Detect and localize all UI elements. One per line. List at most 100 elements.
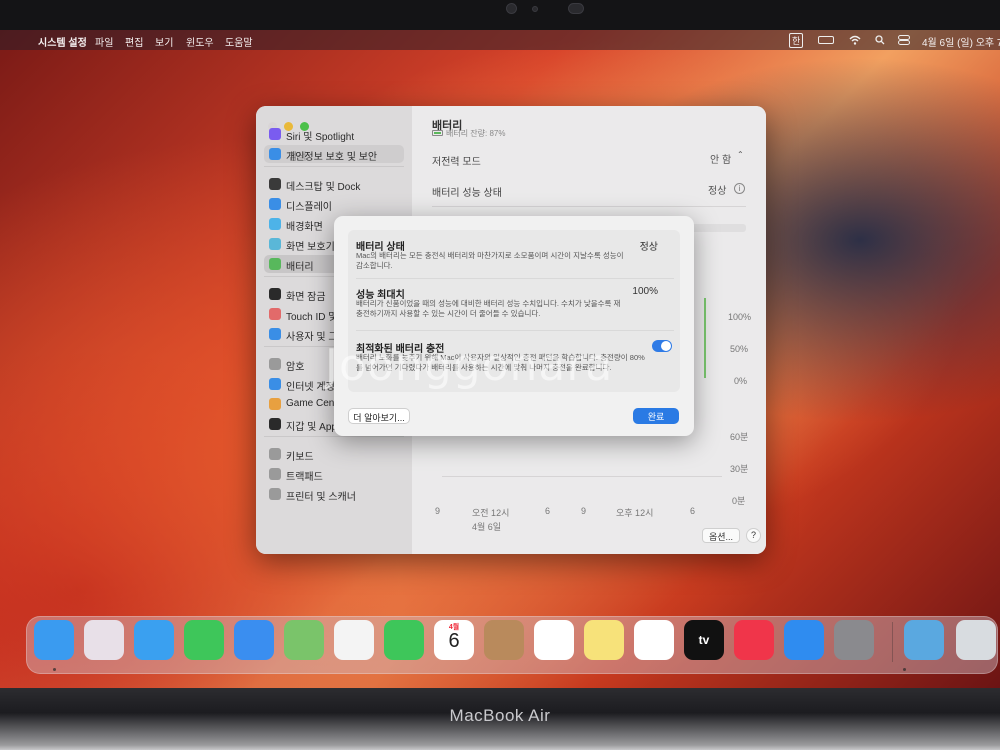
freeform-icon[interactable] <box>634 620 674 660</box>
sidebar-item-icon <box>269 448 281 460</box>
downloads-folder-icon[interactable] <box>904 620 944 660</box>
sidebar-item-label: 배터리 <box>286 262 314 273</box>
menu-edit[interactable]: 편집 <box>125 34 143 49</box>
running-indicator <box>903 668 906 671</box>
camera-icon <box>506 3 517 14</box>
sidebar-item-label: 화면 잠금 <box>286 292 326 303</box>
sidebar-item-icon <box>269 328 281 340</box>
app-store-icon[interactable] <box>784 620 824 660</box>
safari-icon[interactable] <box>134 620 174 660</box>
sidebar-item-icon <box>269 288 281 300</box>
sidebar-item-icon <box>269 378 281 390</box>
select-chevron-icon: ⌃ <box>737 150 744 159</box>
sidebar-item-label: 개인정보 보호 및 보안 <box>286 152 378 163</box>
mail-icon[interactable] <box>234 620 274 660</box>
watermark-text: Joonggonara <box>325 340 614 391</box>
sidebar-item-icon <box>269 238 281 250</box>
system-settings-icon[interactable] <box>834 620 874 660</box>
axis-label-0min: 0분 <box>732 496 746 506</box>
battery-health-sheet: 배터리 상태 정상 Mac의 배터리는 모든 충전식 배터리와 마찬가지로 소모… <box>334 216 694 436</box>
options-button[interactable]: 옵션... <box>702 528 740 543</box>
finder-icon[interactable] <box>34 620 74 660</box>
sidebar-item-label: 화면 보호기 <box>286 242 335 253</box>
low-power-mode-label: 저전력 모드 <box>432 157 481 168</box>
sidebar-item[interactable]: 트랙패드 <box>264 465 404 483</box>
info-icon[interactable]: i <box>734 183 745 194</box>
calendar-day-label: 6 <box>448 630 460 652</box>
maps-icon[interactable] <box>284 620 324 660</box>
battery-level-bar <box>704 298 706 378</box>
sidebar-item[interactable]: 개인정보 보호 및 보안 <box>264 145 404 163</box>
help-button[interactable]: ? <box>746 528 761 543</box>
sidebar-item-icon <box>269 468 281 480</box>
menu-help[interactable]: 도움말 <box>225 34 253 49</box>
battery-level-text: 배터리 잔량: 87% <box>446 129 506 138</box>
sidebar-item-icon <box>269 418 281 430</box>
spotlight-search-icon[interactable] <box>875 35 885 46</box>
x-tick-label: 오전 12시 <box>472 508 510 518</box>
battery-level-icon <box>432 130 443 136</box>
facetime-icon[interactable] <box>384 620 424 660</box>
contacts-icon[interactable] <box>484 620 524 660</box>
apple-tv-label: tv <box>698 633 710 647</box>
menu-view[interactable]: 보기 <box>155 34 173 49</box>
battery-health-value: 정상 <box>708 186 727 197</box>
battery-health-label: 배터리 성능 상태 <box>432 188 502 199</box>
sidebar-item-label: 디스플레이 <box>286 202 332 213</box>
x-tick-label: 9 <box>581 506 587 516</box>
battery-condition-desc: Mac의 배터리는 모든 충전식 배터리와 마찬가지로 소모품이며 시간이 지날… <box>356 251 624 270</box>
reminders-icon[interactable] <box>534 620 574 660</box>
sidebar-item[interactable]: 디스플레이 <box>264 195 404 213</box>
sidebar-item[interactable]: Siri 및 Spotlight <box>264 125 404 143</box>
sensor-icon <box>532 6 538 12</box>
photo-of-macbook: 시스템 설정 파일 편집 보기 윈도우 도움말 한 4월 6일 (일) 오후 7… <box>0 0 1000 750</box>
sidebar-item-label: 프린터 및 스캐너 <box>286 492 356 503</box>
input-source-indicator[interactable]: 한 <box>789 33 804 48</box>
low-power-mode-select[interactable]: 안 함 <box>710 151 731 166</box>
running-indicator <box>53 668 56 671</box>
sidebar-item-icon <box>269 218 281 230</box>
done-button[interactable]: 완료 <box>633 408 679 424</box>
photos-icon[interactable] <box>334 620 374 660</box>
sidebar-item-label: 트랙패드 <box>286 472 323 483</box>
menu-app-name[interactable]: 시스템 설정 <box>38 34 87 49</box>
axis-label-50: 50% <box>730 344 749 354</box>
control-center-icon[interactable] <box>898 35 910 46</box>
menu-clock[interactable]: 4월 6일 (일) 오후 7: <box>922 34 1000 49</box>
top-bezel <box>0 0 1000 30</box>
battery-status-icon[interactable] <box>818 36 834 44</box>
max-capacity-desc: 배터리가 신품이었을 때의 성능에 대비한 배터리 성능 수치입니다. 수치가 … <box>356 299 621 318</box>
messages-icon[interactable] <box>184 620 224 660</box>
sidebar-item-label: 암호 <box>286 362 305 373</box>
sidebar-item-icon <box>269 178 281 190</box>
sidebar-item-icon <box>269 198 281 210</box>
axis-label-0: 0% <box>734 376 748 386</box>
sidebar-item[interactable]: 키보드 <box>264 445 404 463</box>
notes-icon[interactable] <box>584 620 624 660</box>
axis-label-30min: 30분 <box>730 464 749 474</box>
sidebar-item[interactable]: 프린터 및 스캐너 <box>264 485 404 503</box>
menu-file[interactable]: 파일 <box>95 34 113 49</box>
sidebar-item-icon <box>269 308 281 320</box>
battery-condition-value: 정상 <box>639 242 658 253</box>
sidebar-item-label: 키보드 <box>286 452 314 463</box>
divider <box>356 330 674 331</box>
light-sensor-icon <box>568 3 584 14</box>
launchpad-icon[interactable] <box>84 620 124 660</box>
music-icon[interactable] <box>734 620 774 660</box>
chart-date-label: 4월 6일 <box>472 522 502 532</box>
learn-more-button[interactable]: 더 알아보기... <box>348 408 410 424</box>
x-tick-label: 6 <box>690 506 696 516</box>
trash-icon[interactable] <box>956 620 996 660</box>
sidebar-item-label: Siri 및 Spotlight <box>286 132 355 143</box>
axis-label-100: 100% <box>728 312 752 322</box>
x-tick-label: 9 <box>435 506 441 516</box>
sidebar-item-icon <box>269 258 281 270</box>
sidebar-item[interactable]: 데스크탑 및 Dock <box>264 175 404 193</box>
axis-label-60min: 60분 <box>730 432 749 442</box>
wifi-icon[interactable] <box>849 35 861 46</box>
sidebar-item-icon <box>269 128 281 140</box>
x-tick-label: 오후 12시 <box>616 508 654 518</box>
optimized-charging-toggle[interactable] <box>652 340 672 352</box>
menu-window[interactable]: 윈도우 <box>186 34 214 49</box>
